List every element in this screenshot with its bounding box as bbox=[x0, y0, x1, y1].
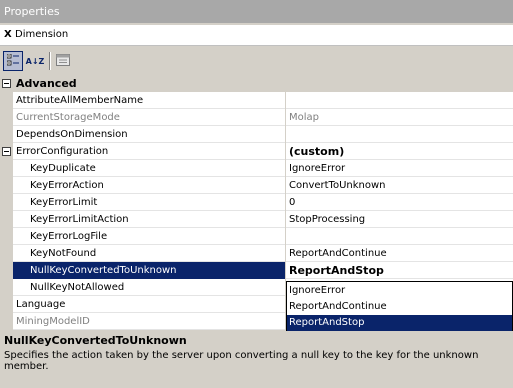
property-name: NullKeyConvertedToUnknown bbox=[13, 262, 286, 279]
description-pane: NullKeyConvertedToUnknown Specifies the … bbox=[0, 331, 513, 388]
row-gutter bbox=[0, 177, 13, 194]
property-value: Molap bbox=[289, 112, 319, 123]
property-pages-icon bbox=[56, 53, 70, 69]
row-gutter bbox=[0, 109, 13, 126]
row-gutter bbox=[0, 160, 13, 177]
property-name: ErrorConfiguration bbox=[13, 143, 286, 160]
property-name: KeyErrorLimit bbox=[13, 194, 286, 211]
row-gutter bbox=[0, 211, 13, 228]
property-row-selected[interactable]: NullKeyConvertedToUnknown ReportAndStop bbox=[0, 262, 513, 279]
property-value[interactable] bbox=[286, 126, 513, 143]
property-row[interactable]: KeyNotFound ReportAndContinue bbox=[0, 245, 513, 262]
property-row-expandable[interactable]: ErrorConfiguration (custom) bbox=[0, 143, 513, 160]
property-row[interactable]: DependsOnDimension bbox=[0, 126, 513, 143]
value-dropdown-list[interactable]: IgnoreError ReportAndContinue ReportAndS… bbox=[286, 281, 513, 331]
property-value[interactable]: ConvertToUnknown bbox=[286, 177, 513, 194]
close-icon[interactable]: X bbox=[4, 29, 12, 40]
category-label: Advanced bbox=[16, 77, 77, 90]
property-row[interactable]: CurrentStorageMode Molap bbox=[0, 109, 513, 126]
property-name: KeyNotFound bbox=[13, 245, 286, 262]
property-name: MiningModelID bbox=[13, 313, 286, 330]
property-name: CurrentStorageMode bbox=[13, 109, 286, 126]
property-name: AttributeAllMemberName bbox=[13, 92, 286, 109]
alphabetical-button[interactable]: A↓Z bbox=[25, 51, 45, 71]
object-selector[interactable]: X Dimension bbox=[0, 25, 513, 46]
property-value[interactable]: IgnoreError bbox=[286, 160, 513, 177]
property-row[interactable]: KeyErrorLimitAction StopProcessing bbox=[0, 211, 513, 228]
row-gutter bbox=[0, 92, 13, 109]
window-title: Properties bbox=[0, 0, 513, 23]
row-gutter bbox=[0, 313, 13, 330]
row-gutter bbox=[0, 296, 13, 313]
description-title: NullKeyConvertedToUnknown bbox=[4, 334, 187, 347]
row-gutter bbox=[0, 126, 13, 143]
property-value[interactable]: ReportAndContinue bbox=[286, 245, 513, 262]
property-name: Language bbox=[13, 296, 286, 313]
property-value-editor[interactable]: ReportAndStop bbox=[286, 262, 513, 279]
property-row[interactable]: AttributeAllMemberName bbox=[0, 92, 513, 109]
row-gutter bbox=[0, 279, 13, 296]
category-advanced[interactable]: Advanced bbox=[0, 75, 513, 92]
property-value[interactable]: StopProcessing bbox=[286, 211, 513, 228]
dropdown-option[interactable]: IgnoreError bbox=[287, 283, 512, 299]
collapse-icon[interactable] bbox=[2, 147, 11, 156]
categorized-icon bbox=[6, 53, 19, 69]
property-name: KeyDuplicate bbox=[13, 160, 286, 177]
property-row[interactable]: KeyErrorLimit 0 bbox=[0, 194, 513, 211]
property-value[interactable] bbox=[286, 92, 513, 109]
toolbar-separator bbox=[49, 52, 51, 70]
toolbar: A↓Z bbox=[0, 48, 513, 74]
property-value[interactable] bbox=[286, 228, 513, 245]
alphabetical-icon: A↓Z bbox=[25, 56, 45, 66]
dropdown-option-selected[interactable]: ReportAndStop bbox=[287, 315, 512, 331]
property-value[interactable]: (custom) bbox=[286, 143, 513, 160]
object-name: Dimension bbox=[15, 29, 69, 40]
row-gutter bbox=[0, 245, 13, 262]
categorized-button[interactable] bbox=[3, 51, 23, 71]
property-value[interactable]: 0 bbox=[286, 194, 513, 211]
property-name: KeyErrorAction bbox=[13, 177, 286, 194]
property-name: DependsOnDimension bbox=[13, 126, 286, 143]
property-name: KeyErrorLogFile bbox=[13, 228, 286, 245]
collapse-icon[interactable] bbox=[2, 79, 11, 88]
dropdown-option[interactable]: ReportAndContinue bbox=[287, 299, 512, 315]
row-gutter bbox=[0, 228, 13, 245]
property-name: KeyErrorLimitAction bbox=[13, 211, 286, 228]
property-pages-button[interactable] bbox=[53, 51, 73, 71]
property-row[interactable]: KeyErrorLogFile bbox=[0, 228, 513, 245]
row-gutter bbox=[0, 194, 13, 211]
property-name: NullKeyNotAllowed bbox=[13, 279, 286, 296]
row-gutter bbox=[0, 262, 13, 279]
property-row[interactable]: KeyErrorAction ConvertToUnknown bbox=[0, 177, 513, 194]
description-text: Specifies the action taken by the server… bbox=[4, 350, 479, 372]
property-row[interactable]: KeyDuplicate IgnoreError bbox=[0, 160, 513, 177]
